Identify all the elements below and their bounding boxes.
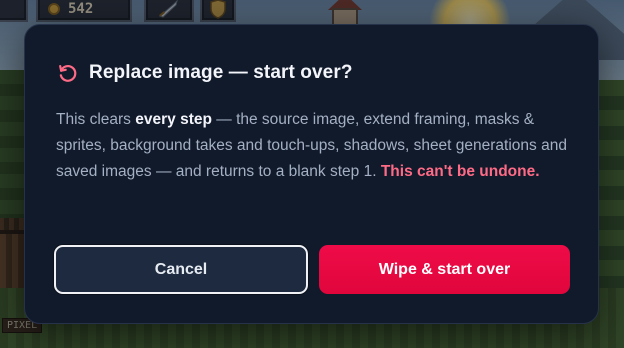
dialog-title: Replace image — start over? — [89, 62, 353, 83]
reset-icon — [59, 64, 77, 82]
body-intro: This clears — [56, 111, 136, 128]
dialog-header: Replace image — start over? — [57, 62, 353, 84]
body-emphasis: every step — [135, 111, 212, 128]
body-warning: This can't be undone. — [380, 163, 540, 180]
dialog-body: This clears every step — the source imag… — [56, 107, 571, 185]
confirm-dialog: Replace image — start over? This clears … — [24, 24, 599, 324]
wipe-start-over-button[interactable]: Wipe & start over — [319, 245, 570, 294]
cancel-button[interactable]: Cancel — [54, 245, 308, 294]
